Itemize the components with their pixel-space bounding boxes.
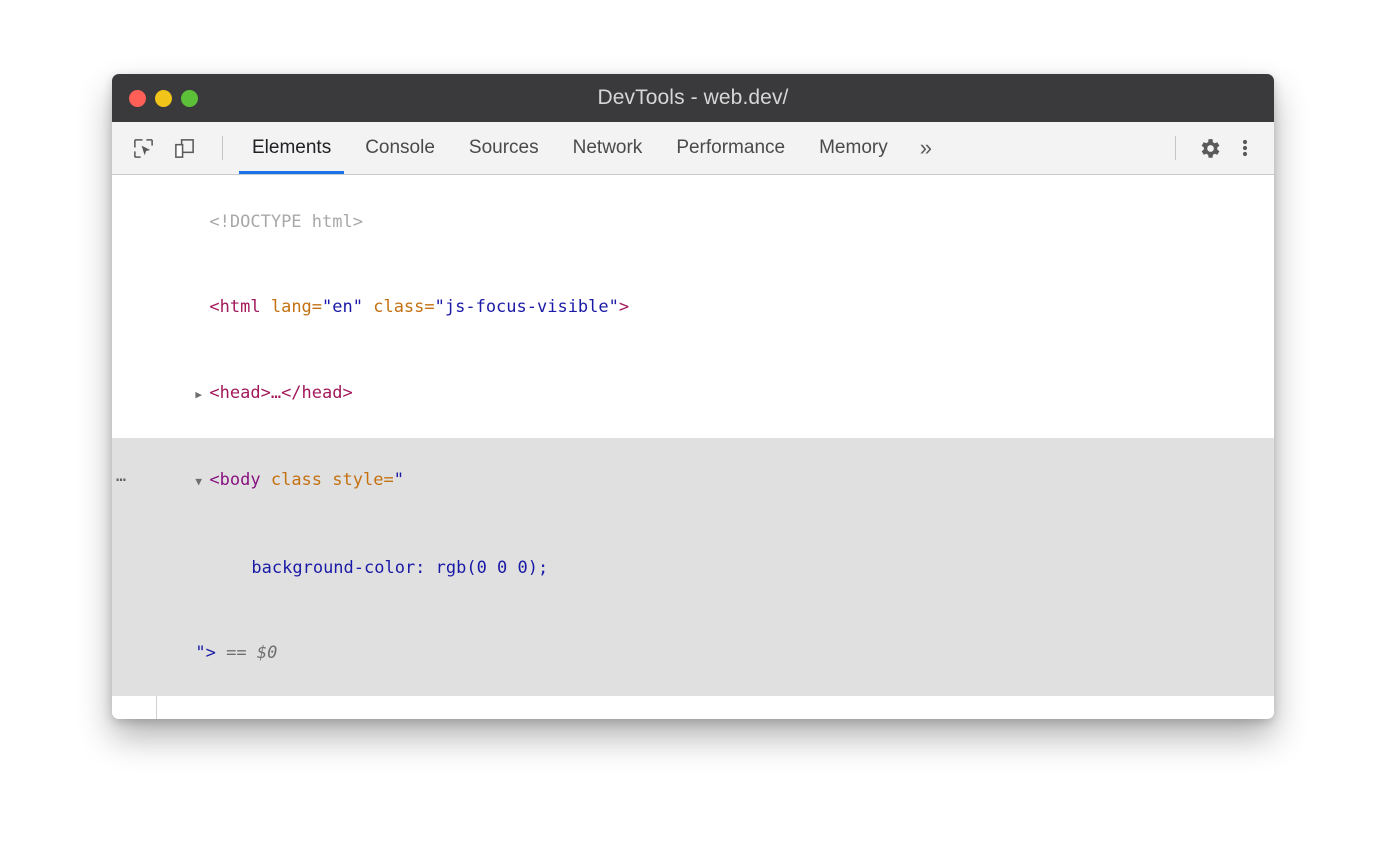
dom-row-html[interactable]: <html lang="en" class="js-focus-visible"… [112, 265, 1274, 351]
dom-row-doctype[interactable]: <!DOCTYPE html> [112, 179, 1274, 265]
html-class-attr-value: "js-focus-visible" [435, 297, 619, 317]
dom-row-head[interactable]: <head>…</head> [112, 350, 1274, 438]
tab-memory[interactable]: Memory [802, 122, 905, 174]
tab-sources[interactable]: Sources [452, 122, 556, 174]
tab-console[interactable]: Console [348, 122, 452, 174]
html-class-attr-name: class= [363, 297, 435, 317]
doctype-text: <!DOCTYPE html> [209, 212, 363, 232]
tab-network[interactable]: Network [556, 122, 660, 174]
body-style-declaration: background-color: rgb(0 0 0); [251, 558, 548, 578]
body-expand-triangle-icon[interactable] [195, 466, 209, 497]
minimize-window-button[interactable] [155, 90, 172, 107]
selected-node-marker: == $0 [216, 643, 277, 663]
tab-network-label: Network [573, 137, 643, 159]
window-title: DevTools - web.dev/ [112, 86, 1274, 110]
tab-memory-label: Memory [819, 137, 888, 159]
toolbar-icon-group [112, 122, 235, 174]
dom-row-body-close[interactable]: "> == $0 [112, 611, 1274, 697]
tab-sources-label: Sources [469, 137, 539, 159]
body-style-open-quote: " [394, 470, 404, 490]
body-tag-open: <body [209, 470, 260, 490]
traffic-light-group [129, 74, 198, 122]
window-title-bar: DevTools - web.dev/ [112, 74, 1274, 122]
devtools-main-toolbar: Elements Console Sources Network Perform… [112, 122, 1274, 175]
body-style-attr-name: style= [322, 470, 394, 490]
dom-row-body-style-decl[interactable]: background-color: rgb(0 0 0); [112, 525, 1274, 611]
kebab-menu-icon[interactable] [1230, 133, 1260, 163]
devtools-window: DevTools - web.dev/ Elements [112, 74, 1274, 719]
tab-elements[interactable]: Elements [235, 122, 348, 174]
html-tag-open: <html [209, 297, 260, 317]
tab-elements-label: Elements [252, 137, 331, 159]
tab-performance-label: Performance [676, 137, 785, 159]
more-tabs-label: » [920, 135, 932, 161]
dom-row-body[interactable]: ⋯ <body class style=" [112, 438, 1274, 526]
dom-row-web-snackbar-container[interactable]: <web-snackbar-container>…</web-snackbar-… [112, 696, 1274, 719]
dom-badge-dots[interactable]: ⋯ [116, 466, 126, 495]
head-tag-text: <head>…</head> [209, 383, 352, 403]
tree-guide-line [156, 696, 157, 719]
toolbar-right-group [1163, 122, 1274, 174]
html-lang-attr-name: lang= [261, 297, 322, 317]
inspect-element-icon[interactable] [128, 133, 158, 163]
gear-icon[interactable] [1194, 133, 1224, 163]
tab-console-label: Console [365, 137, 435, 159]
head-expand-triangle-icon[interactable] [195, 379, 209, 410]
html-tag-close-bracket: > [619, 297, 629, 317]
toolbar-divider [222, 136, 223, 160]
panel-tab-list: Elements Console Sources Network Perform… [235, 122, 1163, 174]
toolbar-divider-right [1175, 136, 1176, 160]
dom-tree[interactable]: <!DOCTYPE html> <html lang="en" class="j… [112, 175, 1274, 719]
html-lang-attr-value: "en" [322, 297, 363, 317]
tab-performance[interactable]: Performance [659, 122, 802, 174]
maximize-window-button[interactable] [181, 90, 198, 107]
more-tabs-icon[interactable]: » [905, 122, 947, 174]
close-window-button[interactable] [129, 90, 146, 107]
device-toolbar-icon[interactable] [169, 133, 199, 163]
body-style-close-quote: "> [195, 643, 215, 663]
body-class-attr: class [261, 470, 322, 490]
